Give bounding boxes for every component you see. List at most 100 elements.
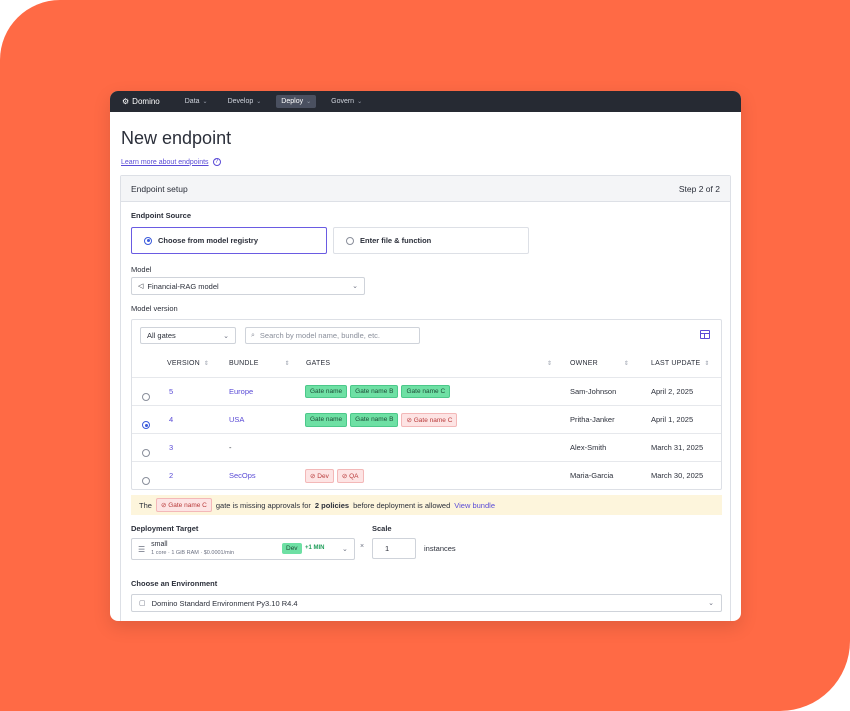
col-bundle[interactable]: BUNDLE ⇕: [229, 360, 290, 367]
gate-tag: Gate name B: [350, 385, 399, 398]
chevron-down-icon: ⌄: [708, 600, 714, 607]
banner-text: gate is missing approvals for: [215, 500, 311, 510]
nav-label: Govern: [331, 98, 355, 105]
blocked-icon: ⊘: [406, 417, 412, 424]
blocked-icon: ⊘: [341, 473, 348, 480]
model-icon: ◁: [138, 283, 144, 290]
chevron-down-icon: ⌄: [352, 283, 358, 290]
gate-tag: Gate name C: [401, 385, 451, 398]
deployment-target-select[interactable]: ☰ small 1 core · 1 GiB RAM · $0.0001/min…: [131, 538, 355, 560]
gate-tags: ⊘ Dev ⊘ QA: [305, 469, 367, 483]
source-option-registry[interactable]: Choose from model registry: [131, 227, 327, 254]
table-row[interactable]: 5 Europe Gate name Gate name B Gate name…: [132, 377, 721, 405]
nav-label: Data: [184, 98, 200, 105]
gate-label: Gate name C: [413, 417, 453, 424]
gate-tag-blocked: ⊘ QA: [336, 469, 364, 483]
environment-select[interactable]: ▢ Domino Standard Environment Py3.10 R4.…: [131, 594, 722, 612]
version-link[interactable]: 2: [169, 471, 173, 480]
panel-title: Endpoint setup: [131, 183, 188, 194]
table-row[interactable]: 2 SecOps ⊘ Dev ⊘ QA Maria-Garcia March 3…: [132, 461, 721, 489]
owner: Maria-Garcia: [570, 471, 614, 480]
server-icon: ☰: [138, 544, 146, 554]
environment-icon: ▢: [139, 600, 146, 607]
gate-tag-blocked: ⊘ Gate name C: [155, 498, 212, 512]
scale-label: Scale: [372, 524, 392, 533]
owner: Pritha-Janker: [570, 415, 615, 424]
sort-icon: ⇕: [704, 361, 710, 367]
chevron-down-icon: ⌄: [256, 99, 262, 105]
col-last-update[interactable]: LAST UPDATE ⇕: [651, 360, 710, 367]
version-link[interactable]: 5: [169, 387, 173, 396]
version-link[interactable]: 3: [169, 443, 173, 452]
gate-tag-blocked: ⊘ Dev: [305, 469, 334, 483]
col-label: BUNDLE: [229, 360, 259, 367]
nav-label: Develop: [227, 98, 254, 105]
app-window: ⚙ Domino Data ⌄ Develop ⌄ Deploy ⌄ Govern ⌄ …: [110, 91, 741, 621]
col-version[interactable]: VERSION ⇕: [167, 360, 209, 367]
banner-text: The: [139, 500, 152, 510]
environment-label: Choose an Environment: [131, 579, 218, 588]
banner-policies: 2 policies: [314, 500, 350, 510]
source-option-file[interactable]: Enter file & function: [333, 227, 529, 254]
nav-develop[interactable]: Develop ⌄: [223, 95, 267, 108]
col-owner[interactable]: OWNER ⇕: [570, 360, 629, 367]
search-input[interactable]: ⌕ Search by model name, bundle, etc.: [245, 327, 420, 344]
filter-value: All gates: [147, 331, 176, 340]
bundle-link[interactable]: SecOps: [229, 471, 256, 480]
gate-label: Gate name C: [168, 502, 207, 509]
brand-label: Domino: [132, 97, 160, 106]
col-label: OWNER: [570, 360, 598, 367]
scale-unit: instances: [424, 544, 456, 553]
learn-more-link[interactable]: Learn more about endpoints: [121, 159, 209, 166]
gate-tag-blocked: ⊘ Gate name C: [401, 413, 458, 427]
times-icon: ×: [360, 543, 365, 550]
col-label: VERSION: [167, 360, 200, 367]
bundle-link[interactable]: USA: [229, 415, 244, 424]
scale-input[interactable]: 1: [372, 538, 416, 559]
col-gates[interactable]: GATES: [306, 360, 330, 367]
step-indicator: Step 2 of 2: [678, 183, 720, 194]
bundle-link[interactable]: Europe: [229, 387, 253, 396]
nav-govern[interactable]: Govern ⌄: [326, 95, 367, 108]
view-bundle-link[interactable]: View bundle: [454, 501, 495, 510]
blocked-icon: ⊘: [310, 473, 316, 480]
columns-icon[interactable]: [700, 330, 710, 339]
top-nav: ⚙ Domino Data ⌄ Develop ⌄ Deploy ⌄ Govern ⌄: [110, 91, 741, 112]
radio-icon: [346, 236, 354, 245]
sort-icon[interactable]: ⇕: [547, 360, 552, 367]
target-name: small: [151, 541, 168, 548]
search-icon: ⌕: [251, 331, 255, 339]
table-row[interactable]: 3 - Alex-Smith March 31, 2025: [132, 433, 721, 461]
radio-icon: [144, 236, 152, 245]
version-label: Model version: [131, 304, 178, 313]
nav-data[interactable]: Data ⌄: [180, 95, 213, 108]
dev-tag: Dev: [282, 543, 302, 554]
brand[interactable]: ⚙ Domino: [122, 97, 160, 106]
approval-warning-banner: The ⊘ Gate name C gate is missing approv…: [131, 495, 722, 515]
panel-header: Endpoint setup Step 2 of 2: [121, 176, 730, 202]
last-update: April 2, 2025: [651, 387, 694, 396]
nav-deploy[interactable]: Deploy ⌄: [276, 95, 317, 108]
page-title: New endpoint: [121, 128, 232, 148]
gate-tag: Gate name: [305, 385, 348, 398]
version-link[interactable]: 4: [169, 415, 173, 424]
last-update: April 1, 2025: [651, 415, 694, 424]
row-radio[interactable]: [142, 393, 150, 401]
nav-label: Deploy: [281, 98, 304, 105]
owner: Alex-Smith: [570, 443, 607, 452]
chevron-down-icon: ⌄: [342, 546, 348, 553]
banner-text: before deployment is allowed: [353, 500, 451, 510]
row-radio[interactable]: [142, 421, 150, 429]
model-select[interactable]: ◁ Financial-RAG model ⌄: [131, 277, 365, 295]
help-icon[interactable]: ?: [212, 158, 221, 166]
row-radio[interactable]: [142, 477, 150, 485]
chevron-down-icon: ⌄: [306, 99, 312, 105]
row-radio[interactable]: [142, 449, 150, 457]
col-label: GATES: [306, 360, 331, 367]
model-label: Model: [131, 265, 152, 274]
table-row[interactable]: 4 USA Gate name Gate name B ⊘ Gate name …: [132, 405, 721, 433]
gates-filter[interactable]: All gates ⌄: [140, 327, 236, 344]
gate-tag: Gate name B: [350, 413, 399, 427]
col-label: LAST UPDATE: [651, 360, 701, 367]
endpoint-setup-panel: Endpoint setup Step 2 of 2 Endpoint Sour…: [120, 175, 731, 621]
